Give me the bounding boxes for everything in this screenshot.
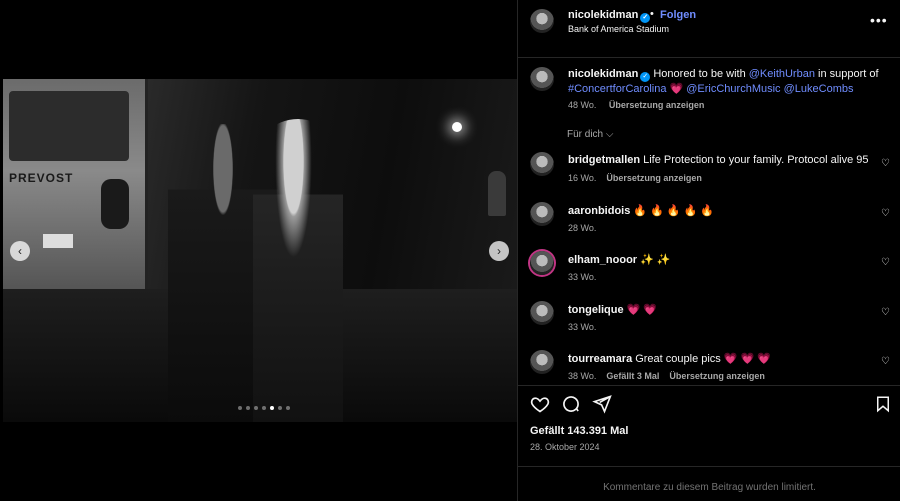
carousel-dot [278,406,282,410]
carousel-dots [238,406,290,410]
chevron-down-icon: ⌵ [605,129,614,140]
verified-icon: ✓ [640,72,651,82]
photo-bus: PREVOST [3,79,148,309]
header-separator: • [650,8,654,20]
hashtag-concertforcarolina[interactable]: #ConcertforCarolina [568,83,666,95]
author-avatar[interactable] [530,9,554,33]
carousel-prev-button[interactable]: ‹ [10,241,30,261]
comment-text: tongelique 💗 💗 [568,303,868,316]
carousel-dot [254,406,258,410]
commenter-username[interactable]: bridgetmallen [568,154,640,166]
commenter-avatar[interactable] [530,251,554,275]
comment-like-heart-icon[interactable]: ♡ [881,356,890,367]
comment-filter-label: Für dich [567,129,604,140]
caption-author-avatar[interactable] [530,67,554,91]
author-username-label[interactable]: nicolekidman [568,9,638,21]
carousel-dot [286,406,290,410]
comment-translate-button[interactable]: Übersetzung anzeigen [669,371,765,381]
comment-row: tongelique 💗 💗 33 Wo. ♡ [518,300,900,341]
comment-like-heart-icon[interactable]: ♡ [881,257,890,268]
comment-meta: 33 Wo. [568,272,606,282]
comment-age: 33 Wo. [568,272,597,282]
caption-age: 48 Wo. [568,100,597,110]
photo-bus-logo: PREVOST [9,171,74,185]
comment-text: tourreamara Great couple pics 💗 💗 💗 [568,352,868,365]
carousel-dot [270,406,274,410]
comment-text: elham_nooor ✨ ✨ [568,253,868,266]
photo-street-lamp [452,122,462,132]
comment-like-heart-icon[interactable]: ♡ [881,307,890,318]
comment-like-heart-icon[interactable]: ♡ [881,158,890,169]
caption-text-2: in support of [814,68,879,80]
caption-emoji: 💗 [666,83,687,95]
follow-button[interactable]: Folgen [660,9,696,21]
more-horizontal-icon[interactable]: ••• [870,12,888,28]
post-actions [518,385,900,425]
carousel-dot [262,406,266,410]
carousel-dot [246,406,250,410]
commenter-username[interactable]: tourreamara [568,353,632,365]
comment-age: 33 Wo. [568,321,597,332]
share-icon[interactable] [592,394,612,414]
caption-text: nicolekidman ✓ Honored to be with @KeithU… [568,67,888,96]
commenter-username[interactable]: aaronbidois [568,205,630,217]
heart-icon[interactable] [530,394,550,414]
comment-age: 16 Wo. [568,173,597,183]
comment-meta: 16 Wo. Übersetzung anzeigen [568,173,712,183]
carousel-dot [238,406,242,410]
comment-meta: 28 Wo. [568,223,606,233]
comment-meta: 38 Wo. Gefällt 3 Mal Übersetzung anzeigen [568,371,775,381]
comment-row: bridgetmallen Life Protection to your fam… [518,152,900,192]
comment-filter-dropdown[interactable]: Für dich ⌵ [567,129,614,140]
comments-limited-notice: Kommentare zu diesem Beitrag wurden limi… [518,466,900,501]
post-header: nicolekidman ✓ • Folgen Bank of America S… [518,0,900,58]
photo-background-person [488,171,506,216]
media-pane: PREVOST ‹ › [0,0,517,501]
comment-like-count[interactable]: Gefällt 3 Mal [606,371,659,381]
commenter-avatar[interactable] [530,201,554,226]
photo-bus-window [9,91,129,161]
comment-body: 🔥 🔥 🔥 🔥 🔥 [633,204,715,217]
caption-username[interactable]: nicolekidman [568,68,638,80]
comment-body: 💗 💗 [626,303,658,316]
post-sidebar: nicolekidman ✓ • Folgen Bank of America S… [517,0,900,501]
post-date: 28. Oktober 2024 [530,442,600,452]
commenter-avatar[interactable] [530,152,554,176]
photo-bus-light [101,179,129,229]
commenter-avatar[interactable] [530,300,554,325]
photo-bus-plate [43,234,73,248]
comment-text: bridgetmallen Life Protection to your fam… [568,154,869,166]
carousel-next-button[interactable]: › [489,241,509,261]
comment-row: tourreamara Great couple pics 💗 💗 💗 38 Wo.… [518,350,900,390]
caption-text-1: Honored to be with [653,68,749,80]
author-username[interactable]: nicolekidman ✓ [568,9,651,23]
commenter-avatar[interactable] [530,350,554,374]
caption-translate-button[interactable]: Übersetzung anzeigen [609,100,705,110]
comment-body: Great couple pics 💗 💗 💗 [635,353,772,365]
caption-meta: 48 Wo. Übersetzung anzeigen [568,100,714,110]
mention-lukecombs[interactable]: @LukeCombs [784,83,854,95]
photo-person-woman [253,119,343,422]
like-count[interactable]: Gefällt 143.391 Mal [530,425,628,437]
comment-translate-button[interactable]: Übersetzung anzeigen [606,173,702,183]
comment-body: Life Protection to your family. Protocol… [643,154,869,166]
verified-icon: ✓ [640,13,651,23]
comment-like-heart-icon[interactable]: ♡ [881,208,890,219]
post-photo[interactable]: PREVOST [3,79,517,422]
comment-body: ✨ ✨ [640,254,671,266]
comment-row: elham_nooor ✨ ✨ 33 Wo. ♡ [518,251,900,291]
post-location[interactable]: Bank of America Stadium [568,24,669,34]
comment-row: aaronbidois 🔥 🔥 🔥 🔥 🔥 28 Wo. ♡ [518,201,900,242]
comment-meta: 33 Wo. [568,322,606,332]
comment-age: 28 Wo. [568,222,597,233]
mention-keithurban[interactable]: @KeithUrban [749,68,815,80]
mention-ericchurchmusic[interactable]: @EricChurchMusic [686,83,780,95]
bookmark-icon[interactable] [874,394,892,414]
commenter-username[interactable]: elham_nooor [568,254,637,266]
comment-icon[interactable] [561,394,581,414]
commenter-username[interactable]: tongelique [568,304,624,316]
comment-text: aaronbidois 🔥 🔥 🔥 🔥 🔥 [568,204,868,217]
comment-age: 38 Wo. [568,371,597,381]
